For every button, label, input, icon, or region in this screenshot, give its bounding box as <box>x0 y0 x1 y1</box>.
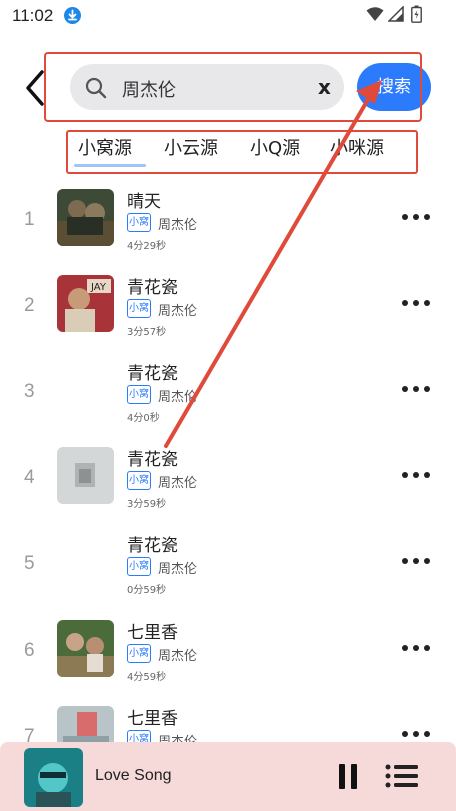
source-tag: 小窝 <box>127 213 151 232</box>
search-query-text: 周杰伦 <box>122 80 176 101</box>
song-index: 6 <box>24 640 35 661</box>
source-tag: 小窝 <box>127 557 151 576</box>
album-cover <box>57 189 114 246</box>
song-title: 青花瓷 <box>127 278 178 298</box>
song-title: 晴天 <box>127 192 161 212</box>
search-input[interactable]: 周杰伦 x <box>70 64 344 110</box>
signal-icon <box>388 6 404 22</box>
song-duration: 4分0秒 <box>127 413 160 424</box>
song-index: 3 <box>24 381 35 402</box>
playlist-icon <box>385 764 418 788</box>
more-icon[interactable] <box>402 211 430 223</box>
more-icon[interactable] <box>402 642 430 654</box>
song-row[interactable]: 1 晴天 小窝 周杰伦 4分29秒 <box>0 189 456 275</box>
source-tag: 小窝 <box>127 299 151 318</box>
player-cover <box>24 748 83 807</box>
song-duration: 4分59秒 <box>127 672 167 683</box>
more-icon[interactable] <box>402 555 430 567</box>
mini-player[interactable]: Love Song <box>0 742 456 811</box>
song-index: 5 <box>24 553 35 574</box>
more-icon[interactable] <box>402 297 430 309</box>
pause-icon <box>339 764 357 789</box>
playlist-button[interactable] <box>385 764 419 788</box>
battery-icon <box>411 5 422 23</box>
song-artist: 周杰伦 <box>158 562 198 577</box>
song-row[interactable]: 6 七里香 小窝 周杰伦 4分59秒 <box>0 620 456 706</box>
song-artist: 周杰伦 <box>158 649 198 664</box>
album-cover <box>57 447 114 504</box>
more-icon[interactable] <box>402 469 430 481</box>
song-duration: 3分59秒 <box>127 499 167 510</box>
song-artist: 周杰伦 <box>158 390 198 405</box>
status-time: 11:02 <box>12 6 54 25</box>
song-title: 七里香 <box>127 623 178 643</box>
tab-xiaoyun[interactable]: 小云源 <box>164 134 218 160</box>
status-bar: 11:02 <box>0 0 456 32</box>
more-icon[interactable] <box>402 383 430 395</box>
wifi-icon <box>366 7 384 21</box>
song-title: 青花瓷 <box>127 536 178 556</box>
song-artist: 周杰伦 <box>158 476 198 491</box>
clear-button[interactable]: x <box>318 75 331 99</box>
album-cover: JAY <box>57 275 114 332</box>
tab-xiaomi[interactable]: 小咪源 <box>330 134 384 160</box>
source-tag: 小窝 <box>127 385 151 404</box>
song-row[interactable]: 5 青花瓷 小窝 周杰伦 0分59秒 <box>0 533 456 619</box>
player-title: Love Song <box>95 767 172 784</box>
song-title: 青花瓷 <box>127 450 178 470</box>
search-button[interactable]: 搜索 <box>357 63 431 111</box>
album-cover <box>57 620 114 677</box>
song-row[interactable]: 2 JAY 青花瓷 小窝 周杰伦 3分57秒 <box>0 275 456 361</box>
song-title: 七里香 <box>127 709 178 729</box>
song-row[interactable]: 3 青花瓷 小窝 周杰伦 4分0秒 <box>0 361 456 447</box>
song-row[interactable]: 4 青花瓷 小窝 周杰伦 3分59秒 <box>0 447 456 533</box>
song-artist: 周杰伦 <box>158 218 198 233</box>
svg-text:JAY: JAY <box>90 282 107 293</box>
song-duration: 4分29秒 <box>127 241 167 252</box>
song-index: 2 <box>24 295 35 316</box>
search-icon <box>85 77 107 99</box>
song-title: 青花瓷 <box>127 364 178 384</box>
download-icon <box>64 7 81 24</box>
song-duration: 0分59秒 <box>127 585 167 596</box>
song-index: 1 <box>24 209 35 230</box>
tab-xiaoq[interactable]: 小Q源 <box>250 134 300 160</box>
back-icon <box>26 70 44 106</box>
more-icon[interactable] <box>402 728 430 740</box>
pause-button[interactable] <box>337 763 359 790</box>
song-duration: 3分57秒 <box>127 327 167 338</box>
song-index: 4 <box>24 467 35 488</box>
active-tab-indicator <box>74 164 146 167</box>
song-artist: 周杰伦 <box>158 304 198 319</box>
back-button[interactable] <box>22 68 52 108</box>
source-tag: 小窝 <box>127 471 151 490</box>
source-tag: 小窝 <box>127 644 151 663</box>
tab-xiaowo[interactable]: 小窝源 <box>78 134 132 160</box>
